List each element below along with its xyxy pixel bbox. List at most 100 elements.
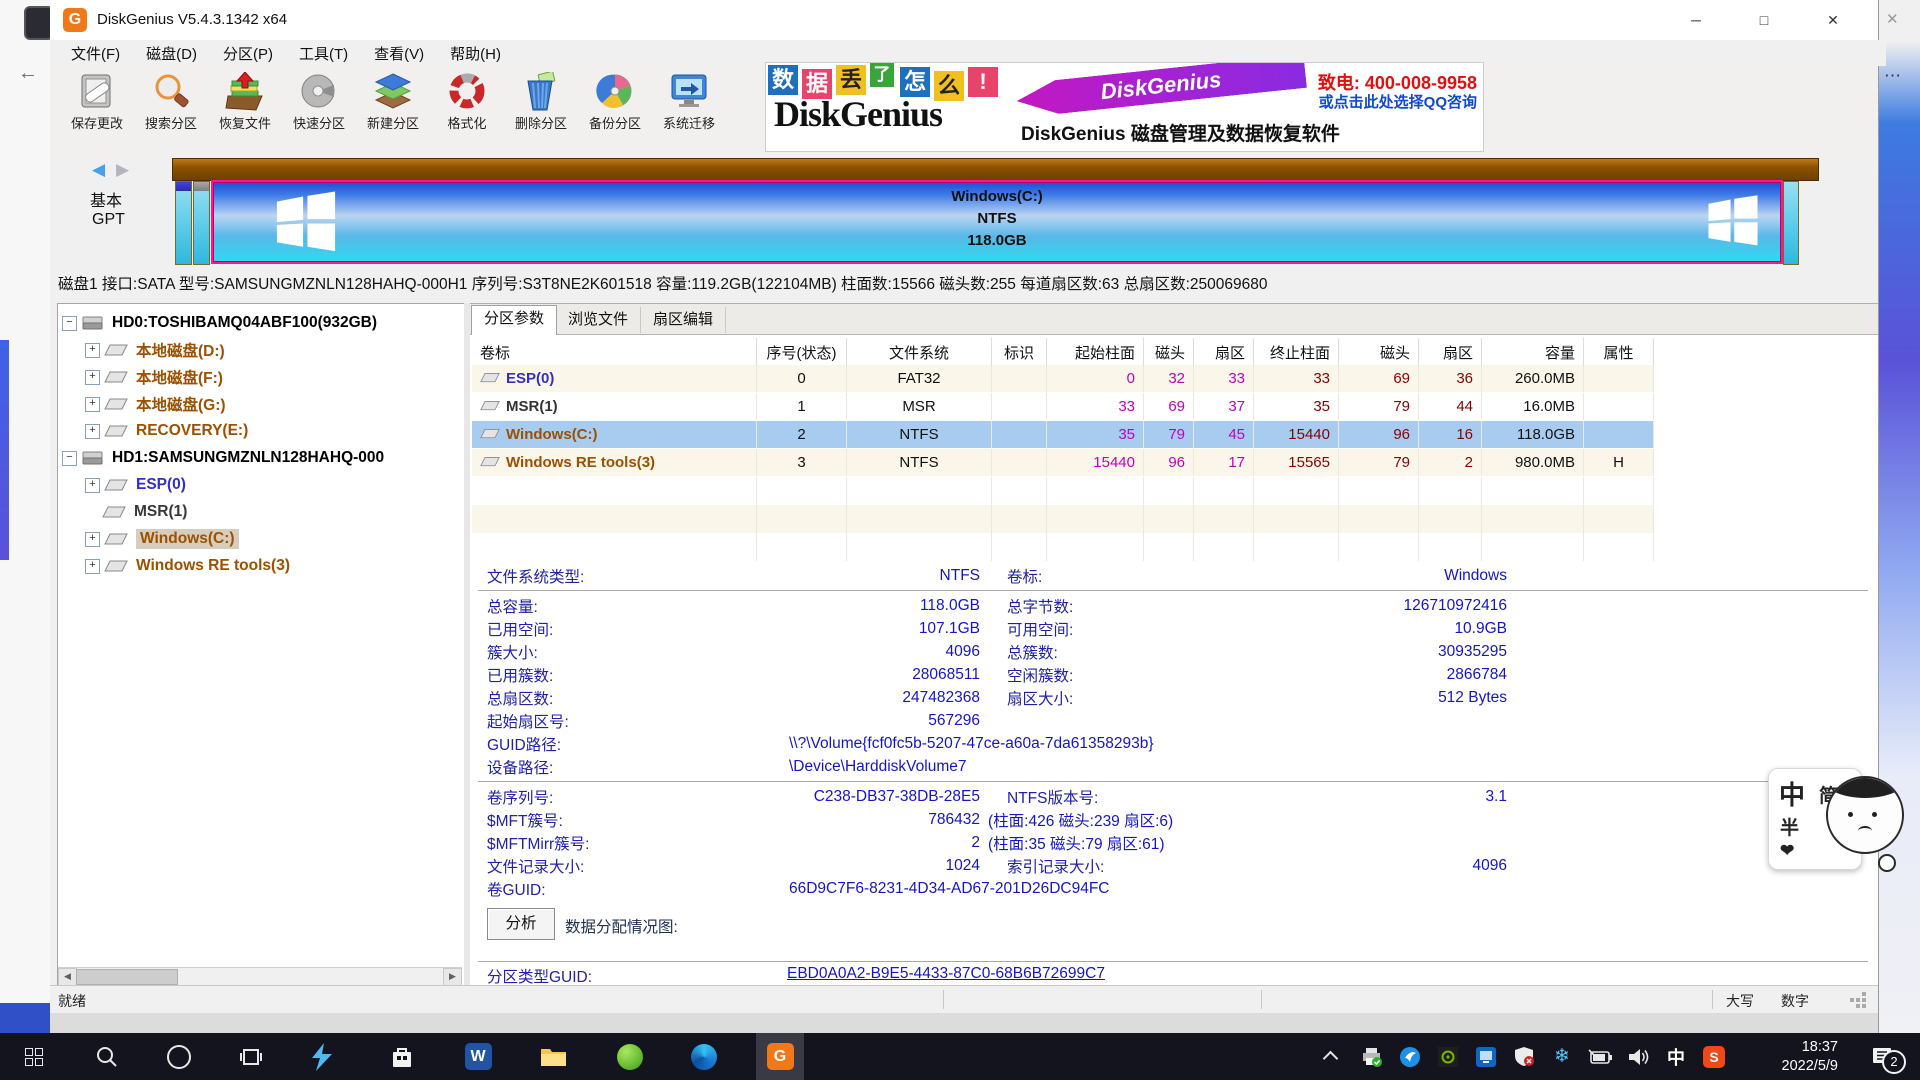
back-arrow-icon[interactable]: ← xyxy=(18,62,38,85)
menu-view[interactable]: 查看(V) xyxy=(361,40,437,67)
tree-item-windows-c[interactable]: + Windows(C:) xyxy=(85,526,239,552)
pinned-app-word[interactable]: W xyxy=(456,1033,500,1080)
tray-messenger[interactable] xyxy=(1393,1033,1427,1080)
format-button[interactable]: 格式化 xyxy=(430,70,504,150)
tree-item-hd0[interactable]: − HD0:TOSHIBAMQ04ABF100(932GB) xyxy=(62,310,377,336)
expand-icon[interactable]: + xyxy=(85,478,100,493)
banner-qq-link[interactable]: 或点击此处选择QQ咨询 xyxy=(1319,91,1477,112)
recover-files-button[interactable]: 恢复文件 xyxy=(208,70,282,150)
table-row-windows-c-selected[interactable]: Windows(C:) 2 NTFS 35 79 45 15440 96 16 … xyxy=(472,421,1654,448)
panel-splitter[interactable] xyxy=(464,303,470,985)
tray-printer[interactable] xyxy=(1355,1033,1389,1080)
tab-partition-params[interactable]: 分区参数 xyxy=(471,305,557,335)
collapse-icon[interactable]: − xyxy=(62,451,77,466)
nav-left-icon[interactable]: ◀ xyxy=(92,160,105,180)
tray-sogou[interactable]: S xyxy=(1697,1033,1731,1080)
tray-battery[interactable] xyxy=(1583,1033,1617,1080)
close-button[interactable]: ✕ xyxy=(1810,0,1856,40)
collapse-icon[interactable]: − xyxy=(62,316,77,331)
menu-tools[interactable]: 工具(T) xyxy=(286,40,361,67)
background-window-close-icon[interactable]: ✕ xyxy=(1886,10,1899,28)
word-icon: W xyxy=(465,1043,492,1070)
maximize-button[interactable]: □ xyxy=(1741,0,1787,40)
cortana-button[interactable] xyxy=(157,1033,201,1080)
task-view-button[interactable] xyxy=(229,1033,273,1080)
scroll-left-icon[interactable]: ◀ xyxy=(58,968,77,986)
menu-help[interactable]: 帮助(H) xyxy=(437,40,514,67)
disk-tree-panel: − HD0:TOSHIBAMQ04ABF100(932GB) + 本地磁盘(D:… xyxy=(57,303,465,987)
expand-icon[interactable]: + xyxy=(85,559,100,574)
sogou-mode-halfwidth[interactable]: 半 xyxy=(1780,813,1799,840)
tree-item-local-d[interactable]: + 本地磁盘(D:) xyxy=(85,337,225,363)
menu-file[interactable]: 文件(F) xyxy=(58,40,133,67)
backup-partition-button[interactable]: 备份分区 xyxy=(578,70,652,150)
sogou-statusbar-widget[interactable]: 中 简 半 ❤ xyxy=(1768,768,1918,878)
window-title: DiskGenius V5.4.3.1342 x64 xyxy=(97,0,287,40)
pinned-app-green-browser[interactable] xyxy=(608,1033,652,1080)
tab-sector-edit[interactable]: 扇区编辑 xyxy=(641,307,726,333)
notification-center-button[interactable]: 2 xyxy=(1858,1033,1908,1080)
tree-item-windows-re[interactable]: + Windows RE tools(3) xyxy=(85,553,290,579)
tray-snowflake-app[interactable]: ❄ xyxy=(1545,1033,1579,1080)
table-row-windows-re[interactable]: Windows RE tools(3) 3 NTFS 15440 96 17 1… xyxy=(472,449,1654,476)
snowflake-icon: ❄ xyxy=(1554,1045,1570,1068)
disk-bar[interactable] xyxy=(172,158,1819,181)
expand-icon[interactable]: + xyxy=(85,424,100,439)
nav-right-icon[interactable]: ▶ xyxy=(116,160,129,180)
pinned-app-edge[interactable] xyxy=(682,1033,726,1080)
taskbar-diskgenius-active[interactable]: G xyxy=(756,1033,804,1080)
scrollbar-thumb[interactable] xyxy=(76,969,178,985)
tray-defender[interactable] xyxy=(1507,1033,1541,1080)
save-changes-button[interactable]: 保存更改 xyxy=(60,70,134,150)
expand-icon[interactable]: + xyxy=(85,532,100,547)
tray-intel-graphics[interactable] xyxy=(1469,1033,1503,1080)
pinned-app-explorer[interactable] xyxy=(531,1033,575,1080)
background-window-ellipsis-icon[interactable]: ⋯ xyxy=(1884,66,1901,86)
tree-item-local-f[interactable]: + 本地磁盘(F:) xyxy=(85,364,223,390)
partition-bar-msr[interactable] xyxy=(193,181,210,265)
tree-horizontal-scrollbar[interactable]: ◀ ▶ xyxy=(58,967,462,985)
detail-separator xyxy=(478,590,1868,591)
resize-grip[interactable] xyxy=(1850,998,1854,1002)
delete-partition-button[interactable]: 删除分区 xyxy=(504,70,578,150)
tray-nvidia[interactable] xyxy=(1431,1033,1465,1080)
tree-item-hd1[interactable]: − HD1:SAMSUNGMZNLN128HAHQ-000 xyxy=(62,445,384,471)
expand-icon[interactable]: + xyxy=(85,343,100,358)
tree-item-msr[interactable]: MSR(1) xyxy=(85,499,187,525)
pinned-app-lightning[interactable] xyxy=(300,1033,344,1080)
taskbar-clock[interactable]: 18:37 2022/5/9 xyxy=(1738,1038,1838,1076)
partition-bar-windows-c[interactable]: Windows(C:) NTFS 118.0GB xyxy=(211,180,1783,264)
tree-item-esp[interactable]: + ESP(0) xyxy=(85,472,186,498)
system-migrate-button[interactable]: 系统迁移 xyxy=(652,70,726,150)
new-partition-button[interactable]: 新建分区 xyxy=(356,70,430,150)
tab-browse-files[interactable]: 浏览文件 xyxy=(556,307,641,333)
banner-tagline: DiskGenius 磁盘管理及数据恢复软件 xyxy=(1021,119,1340,146)
detail-row: $MFTMirr簇号:2 (柱面:35 磁头:79 扇区:61) xyxy=(487,831,1507,854)
analyze-button[interactable]: 分析 xyxy=(487,908,555,940)
quick-partition-button[interactable]: 快速分区 xyxy=(282,70,356,150)
sogou-mode-chinese[interactable]: 中 xyxy=(1779,775,1805,812)
banner-ad[interactable]: 数 据 丢 了 怎 么 ! DiskGenius DiskGenius 致电: … xyxy=(765,62,1484,152)
pinned-app-store[interactable] xyxy=(380,1033,424,1080)
scroll-right-icon[interactable]: ▶ xyxy=(443,968,462,986)
search-partition-button[interactable]: 搜索分区 xyxy=(134,70,208,150)
partition-bar-re-tools[interactable] xyxy=(1783,181,1799,265)
tree-item-recovery-e[interactable]: + RECOVERY(E:) xyxy=(85,418,248,444)
menu-partition[interactable]: 分区(P) xyxy=(210,40,286,67)
tree-item-local-g[interactable]: + 本地磁盘(G:) xyxy=(85,391,226,417)
tab-bar: 分区参数 浏览文件 扇区编辑 xyxy=(470,304,1878,335)
start-button[interactable] xyxy=(12,1033,56,1080)
tray-volume[interactable] xyxy=(1621,1033,1655,1080)
partition-bar-esp[interactable] xyxy=(175,181,192,265)
tray-ime-indicator[interactable]: 中 xyxy=(1659,1033,1693,1080)
minimize-button[interactable]: ─ xyxy=(1673,0,1719,40)
table-row-esp[interactable]: ESP(0) 0 FAT32 0 32 33 33 69 36 260.0MB xyxy=(472,365,1654,392)
tray-chevron-button[interactable] xyxy=(1313,1033,1347,1080)
expand-icon[interactable]: + xyxy=(85,370,100,385)
sogou-emoji-heart-icon[interactable]: ❤ xyxy=(1780,841,1794,861)
taskbar-search-button[interactable] xyxy=(85,1033,129,1080)
table-row-msr[interactable]: MSR(1) 1 MSR 33 69 37 35 79 44 16.0MB xyxy=(472,393,1654,420)
menu-disk[interactable]: 磁盘(D) xyxy=(133,40,210,67)
sogou-mascot-face[interactable] xyxy=(1826,776,1904,854)
expand-icon[interactable]: + xyxy=(85,397,100,412)
